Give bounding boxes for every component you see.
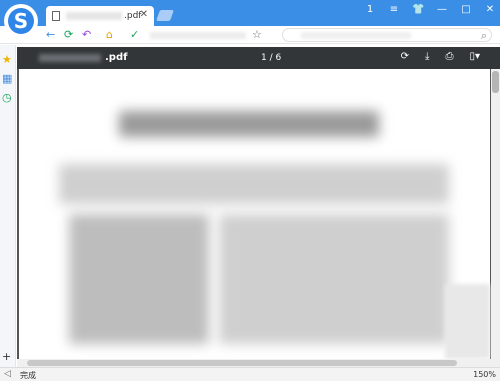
refresh-icon[interactable]: ⟳ <box>64 28 73 42</box>
star-icon[interactable]: ☆ <box>252 28 262 42</box>
title-bar: .pdf ✕ 1 ≡ 👕 — □ ✕ <box>0 0 500 26</box>
tab-count-icon[interactable]: 1 <box>364 4 376 15</box>
pdf-filename: .pdf <box>105 52 128 63</box>
horizontal-scrollbar[interactable] <box>17 359 491 367</box>
status-text: 完成 <box>20 371 36 380</box>
status-arrow-icon[interactable]: ◁ <box>4 369 11 379</box>
blurred-text-column <box>219 214 449 344</box>
address-bar[interactable] <box>150 29 260 41</box>
pdf-toolbar: .pdf 1 / 6 ⟳ ⤓ ⎙ ▯▾ <box>17 47 500 69</box>
menu-icon[interactable]: ≡ <box>388 4 400 15</box>
left-sidebar: ★ ▦ ◷ + <box>0 45 16 367</box>
tab-active[interactable]: .pdf ✕ <box>46 6 154 26</box>
page-indicator: 1 / 6 <box>261 53 282 63</box>
home-icon[interactable]: ⌂ <box>106 28 113 42</box>
document-icon <box>52 11 60 21</box>
blurred-heading <box>119 111 379 137</box>
maximize-icon[interactable]: □ <box>460 4 472 15</box>
rotate-icon[interactable]: ⟳ <box>401 51 409 62</box>
address-redacted <box>150 32 246 39</box>
window-controls: 1 ≡ 👕 — □ ✕ <box>364 4 496 15</box>
zoom-level[interactable]: 150% <box>473 370 496 379</box>
back-icon[interactable]: ← <box>46 28 55 42</box>
close-tab-icon[interactable]: ✕ <box>140 9 148 20</box>
blurred-image <box>69 214 209 344</box>
history-icon[interactable]: ◷ <box>2 92 12 104</box>
blurred-margin <box>445 284 490 359</box>
blurred-paragraph <box>59 164 449 204</box>
add-icon[interactable]: + <box>2 351 11 363</box>
favorites-icon[interactable]: ★ <box>2 54 12 66</box>
pdf-filename-redacted <box>39 54 101 62</box>
status-bar: ◁ 完成 150% <box>0 367 500 381</box>
browser-logo[interactable]: S <box>4 4 38 38</box>
vertical-scroll-thumb[interactable] <box>492 71 499 93</box>
bookmark-icon[interactable]: ▯▾ <box>469 51 480 62</box>
notes-icon[interactable]: ▦ <box>2 73 12 85</box>
horizontal-scroll-thumb[interactable] <box>27 360 457 366</box>
print-icon[interactable]: ⎙ <box>445 51 453 62</box>
search-input[interactable]: ⌕ <box>282 28 492 42</box>
close-window-icon[interactable]: ✕ <box>484 4 496 15</box>
minimize-icon[interactable]: — <box>436 4 448 15</box>
shield-icon[interactable]: ✓ <box>130 28 139 42</box>
search-icon[interactable]: ⌕ <box>481 29 487 43</box>
download-icon[interactable]: ⤓ <box>425 51 429 62</box>
navigation-toolbar: ← ⟳ ↶ ⌂ ✓ ☆ ⌕ <box>0 26 500 44</box>
browser-logo-mark: S <box>8 8 34 34</box>
pdf-page <box>19 69 490 359</box>
new-tab-button[interactable] <box>155 10 175 21</box>
tab-title-redacted <box>66 12 122 20</box>
skin-icon[interactable]: 👕 <box>412 4 424 15</box>
pdf-viewer[interactable] <box>17 69 500 367</box>
search-redacted <box>301 32 411 39</box>
undo-icon[interactable]: ↶ <box>82 28 91 42</box>
vertical-scrollbar[interactable] <box>491 69 500 367</box>
pdf-tools: ⟳ ⤓ ⎙ ▯▾ <box>401 51 480 62</box>
